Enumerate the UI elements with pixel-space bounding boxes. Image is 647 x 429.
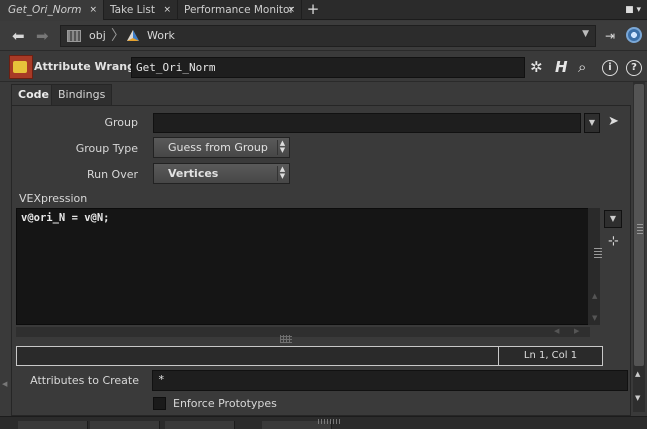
scroll-down-icon[interactable]: ▼: [635, 394, 640, 402]
scroll-up-icon[interactable]: ▲: [635, 370, 640, 378]
run-over-value: Vertices: [168, 167, 219, 180]
close-icon[interactable]: ×: [287, 0, 295, 20]
vex-tools-icon[interactable]: ⊹: [608, 234, 619, 249]
question-icon[interactable]: ?: [626, 60, 642, 76]
select-cursor-icon[interactable]: ➤: [608, 114, 619, 129]
path-segment-obj[interactable]: obj: [89, 29, 106, 42]
chevron-down-icon[interactable]: ▼: [604, 210, 622, 228]
node-name-field[interactable]: Get_Ori_Norm: [131, 57, 525, 78]
scroll-left-icon[interactable]: ◀: [554, 327, 559, 335]
path-bar: ⬅ ➡ obj 〉 Work ▼ ⇥: [0, 21, 647, 51]
updown-arrow-icon: ▲ ▼: [277, 166, 287, 181]
tab-bindings[interactable]: Bindings: [51, 84, 113, 105]
parameter-panel: Group ▼ ➤ Group Type Guess from Group ▲ ▼…: [11, 105, 631, 416]
pin-icon[interactable]: ⇥: [605, 29, 615, 43]
vexpression-label: VEXpression: [19, 192, 88, 205]
editor-resize-grip[interactable]: [280, 335, 292, 343]
gear-icon[interactable]: ✲: [530, 58, 543, 76]
geometry-object-icon: [127, 30, 139, 41]
path-segment-work[interactable]: Work: [147, 29, 175, 42]
tab-get-ori-norm[interactable]: Get_Ori_Norm ×: [0, 0, 104, 20]
pane-menu-icon[interactable]: ■ ▾: [625, 0, 641, 20]
add-tab-icon[interactable]: +: [306, 0, 320, 20]
search-icon[interactable]: ⌕: [578, 58, 586, 76]
vex-code-editor[interactable]: v@ori_N = v@N;: [16, 208, 590, 325]
scroll-up-icon[interactable]: ▲: [592, 292, 597, 300]
node-header: Attribute Wrangle Get_Ori_Norm ✲ H ⌕ i ?: [0, 52, 647, 82]
updown-arrow-icon: ▲ ▼: [277, 140, 287, 155]
help-h-icon[interactable]: H: [555, 58, 568, 76]
info-icon[interactable]: i: [602, 60, 618, 76]
bottom-tab[interactable]: [165, 421, 235, 429]
group-type-label: Group Type: [75, 142, 138, 155]
close-icon[interactable]: ×: [163, 0, 171, 20]
scrollbar-grip: [637, 224, 643, 234]
enforce-prototypes-label: Enforce Prototypes: [173, 397, 277, 410]
bottom-pane-strip: [0, 416, 647, 429]
scroll-right-icon[interactable]: ▶: [574, 327, 579, 335]
node-type-label: Attribute Wrangle: [34, 60, 147, 73]
forward-arrow-icon[interactable]: ➡: [36, 27, 49, 45]
bottom-tab[interactable]: [90, 421, 160, 429]
code-text: v@ori_N = v@N;: [21, 212, 110, 224]
tab-label: Get_Ori_Norm: [8, 4, 82, 16]
tab-label: Take List: [110, 4, 155, 16]
editor-vertical-scrollbar[interactable]: [588, 208, 600, 325]
run-over-label: Run Over: [86, 168, 138, 181]
tab-performance-monitor[interactable]: Performance Monitor ×: [176, 0, 302, 20]
group-label: Group: [104, 116, 139, 129]
scrollbar-thumb[interactable]: [634, 84, 644, 366]
chevron-down-icon[interactable]: ▼: [582, 29, 589, 39]
pane-tab-bar: Get_Ori_Norm × Take List × Performance M…: [0, 0, 647, 20]
link-pane-icon[interactable]: [626, 27, 642, 43]
path-separator: 〉: [111, 28, 125, 44]
scroll-down-icon[interactable]: ▼: [592, 314, 597, 322]
obj-network-icon: [67, 30, 81, 42]
editor-status-bar: [16, 346, 499, 366]
tab-take-list[interactable]: Take List ×: [102, 0, 178, 20]
back-arrow-icon[interactable]: ⬅: [12, 27, 25, 45]
cursor-position: Ln 1, Col 1: [498, 346, 603, 366]
pane-split-grip[interactable]: [318, 419, 342, 424]
attribute-wrangle-icon: [9, 55, 33, 79]
group-field[interactable]: [153, 113, 581, 133]
editor-side-grip[interactable]: [594, 246, 602, 258]
close-icon[interactable]: ×: [89, 0, 97, 20]
network-path[interactable]: obj 〉 Work ▼: [60, 25, 596, 47]
run-over-menu[interactable]: Vertices ▲ ▼: [153, 163, 290, 184]
bottom-tab[interactable]: [18, 421, 88, 429]
tab-code[interactable]: Code: [11, 84, 56, 105]
chevron-down-icon[interactable]: ▼: [584, 113, 600, 133]
enforce-prototypes-checkbox[interactable]: [153, 397, 166, 410]
left-pane-handle-icon[interactable]: ◀: [2, 380, 7, 388]
group-type-menu[interactable]: Guess from Group ▲ ▼: [153, 137, 290, 158]
tab-label: Performance Monitor: [184, 4, 294, 16]
editor-horizontal-scrollbar[interactable]: [16, 327, 590, 337]
attributes-to-create-label: Attributes to Create: [30, 374, 139, 387]
attributes-to-create-field[interactable]: *: [152, 370, 628, 391]
group-type-value: Guess from Group: [168, 141, 268, 154]
panel-vertical-scrollbar[interactable]: ▲ ▼: [633, 82, 645, 412]
